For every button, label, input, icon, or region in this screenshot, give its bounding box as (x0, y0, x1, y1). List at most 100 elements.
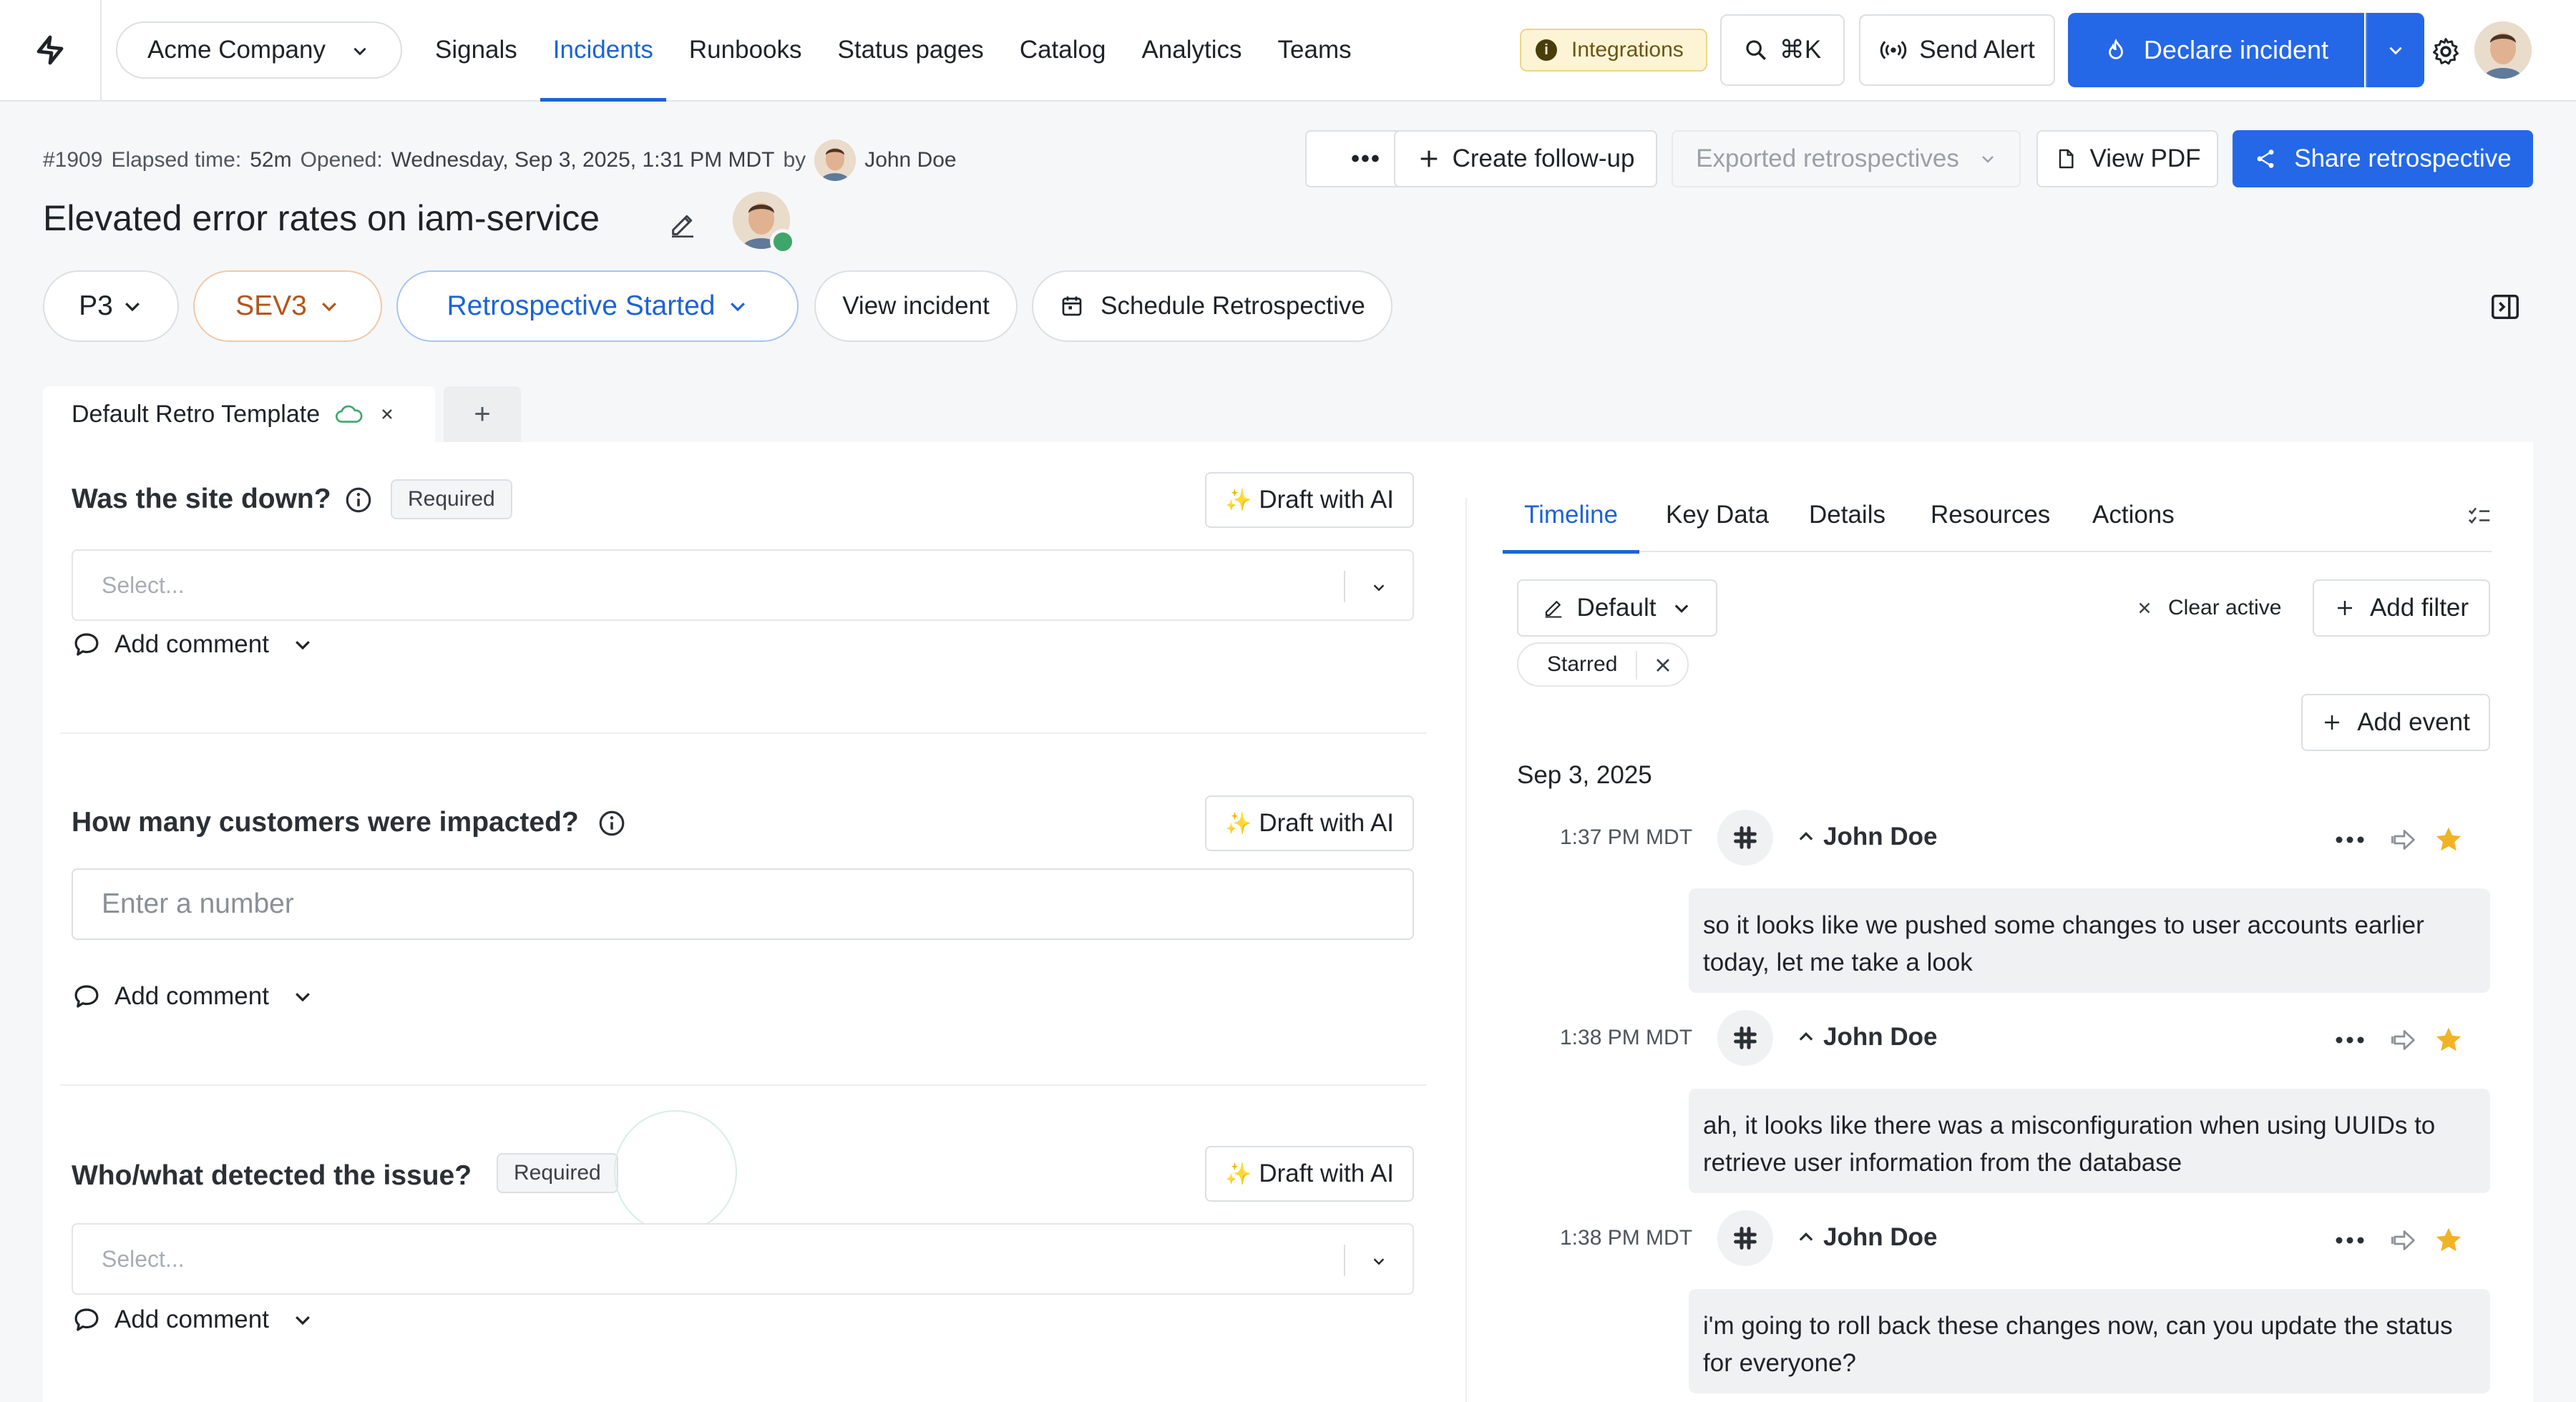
user-avatar[interactable] (2474, 21, 2532, 79)
share-arrow-icon[interactable] (2390, 1226, 2419, 1255)
priority-select[interactable]: P3 (43, 270, 179, 342)
event-author[interactable]: John Doe (1796, 1223, 1937, 1252)
nav-teams[interactable]: Teams (1265, 0, 1365, 100)
sparkle-icon: ✨ (1224, 488, 1252, 512)
toggle-sidebar-icon[interactable] (2489, 290, 2522, 323)
share-retrospective-button[interactable]: Share retrospective (2233, 130, 2533, 187)
comment-icon (74, 633, 99, 656)
tab-actions[interactable]: Actions (2092, 478, 2175, 552)
sparkle-icon: ✨ (1224, 811, 1252, 835)
event-author[interactable]: John Doe (1796, 823, 1937, 851)
add-event-button[interactable]: Add event (2301, 694, 2490, 751)
view-incident-button[interactable]: View incident (814, 270, 1018, 342)
draft-with-ai-button-q1[interactable]: ✨ Draft with AI (1205, 472, 1414, 528)
tab-key-data[interactable]: Key Data (1666, 478, 1769, 552)
comment-icon (74, 985, 99, 1008)
nav-runbooks[interactable]: Runbooks (676, 0, 815, 100)
incident-meta: #1909 Elapsed time: 52m Opened: Wednesda… (43, 139, 965, 181)
tab-timeline[interactable]: Timeline (1503, 478, 1639, 554)
schedule-retrospective-button[interactable]: Schedule Retrospective (1032, 270, 1392, 342)
app-logo[interactable] (0, 0, 102, 100)
tab-resources[interactable]: Resources (1931, 478, 2050, 552)
plus-icon (2325, 715, 2340, 730)
chevron-down-icon (296, 1316, 310, 1325)
nav-signals[interactable]: Signals (422, 0, 530, 100)
integrations-badge[interactable]: i Integrations (1520, 29, 1707, 72)
chevron-down-icon (730, 303, 745, 312)
customers-impacted-input[interactable]: Enter a number (72, 868, 1414, 940)
retro-template-tab-label: Default Retro Template (72, 400, 321, 428)
org-switcher[interactable]: Acme Company (116, 21, 402, 79)
severity-select[interactable]: SEV3 (193, 270, 382, 342)
event-actions (2334, 1225, 2464, 1256)
create-follow-up-button[interactable]: Create follow-up (1394, 130, 1657, 187)
add-comment-toggle-q3[interactable]: Add comment (72, 1305, 313, 1335)
severity-value: SEV3 (235, 290, 307, 321)
gear-icon[interactable] (2430, 36, 2462, 67)
incident-status-value: Retrospective Started (447, 290, 716, 321)
nav-incidents[interactable]: Incidents (540, 0, 666, 102)
priority-value: P3 (79, 290, 113, 321)
add-comment-toggle-q1[interactable]: Add comment (72, 629, 313, 660)
tab-details[interactable]: Details (1809, 478, 1885, 552)
more-icon: ••• (1351, 144, 1381, 172)
slack-icon (1734, 1227, 1757, 1250)
sparkle-icon: ✨ (1224, 1162, 1252, 1186)
share-arrow-icon[interactable] (2390, 1026, 2419, 1054)
exported-retrospectives-label: Exported retrospectives (1696, 144, 1959, 172)
detected-issue-placeholder: Select... (102, 1245, 185, 1272)
star-icon[interactable] (2433, 824, 2464, 856)
add-comment-toggle-q2[interactable]: Add comment (72, 981, 313, 1011)
more-icon[interactable] (2334, 1233, 2366, 1247)
event-message: i'm going to roll back these changes now… (1689, 1289, 2490, 1393)
command-search-button[interactable]: ⌘K (1720, 14, 1845, 86)
customers-impacted-placeholder: Enter a number (102, 888, 294, 919)
draft-with-ai-button-q2[interactable]: ✨ Draft with AI (1205, 795, 1414, 851)
chevron-down-icon (1373, 1258, 1385, 1265)
logo-icon (36, 35, 64, 65)
exported-retrospectives-dropdown[interactable]: Exported retrospectives (1672, 130, 2021, 187)
nav-status-pages[interactable]: Status pages (825, 0, 997, 100)
star-icon[interactable] (2433, 1225, 2464, 1256)
nav-analytics[interactable]: Analytics (1128, 0, 1254, 100)
draft-with-ai-label: Draft with AI (1259, 1160, 1395, 1187)
starred-filter-chip[interactable]: Starred (1517, 642, 1689, 687)
retro-template-tab[interactable]: Default Retro Template (43, 386, 435, 442)
add-filter-button[interactable]: Add filter (2313, 579, 2490, 637)
declare-incident-button[interactable]: Declare incident (2068, 13, 2364, 87)
close-icon (2139, 602, 2150, 614)
pencil-icon[interactable] (668, 210, 697, 239)
checklist-icon[interactable] (2467, 505, 2492, 526)
right-panel-tabs: Timeline Key Data Details Resources Acti… (1503, 478, 2492, 554)
send-alert-button[interactable]: Send Alert (1859, 14, 2055, 86)
star-icon[interactable] (2433, 1024, 2464, 1056)
add-retro-tab-button[interactable]: + (444, 386, 521, 442)
view-pdf-button[interactable]: View PDF (2036, 130, 2218, 187)
clear-active-filters-button[interactable]: Clear active (2135, 591, 2281, 625)
detected-issue-select[interactable]: Select... (72, 1223, 1414, 1295)
chevron-down-icon (2389, 46, 2402, 55)
incident-status-select[interactable]: Retrospective Started (396, 270, 799, 342)
close-icon[interactable] (379, 406, 396, 423)
more-icon[interactable] (2334, 1033, 2366, 1047)
share-arrow-icon[interactable] (2390, 825, 2419, 854)
timeline-view-select[interactable]: Default (1517, 579, 1717, 637)
elapsed-value: 52m (250, 148, 292, 172)
declare-incident-label: Declare incident (2143, 35, 2329, 64)
draft-with-ai-button-q3[interactable]: ✨ Draft with AI (1205, 1146, 1414, 1202)
slack-source-badge (1717, 1210, 1773, 1266)
comment-icon (74, 1308, 99, 1331)
nav-catalog[interactable]: Catalog (1007, 0, 1119, 100)
person-avatar-icon (814, 139, 857, 181)
owner-name[interactable]: John Doe (864, 148, 956, 172)
site-down-select[interactable]: Select... (72, 549, 1414, 621)
more-icon[interactable] (2334, 833, 2366, 847)
declare-options-button[interactable] (2366, 13, 2424, 87)
info-icon[interactable] (343, 485, 374, 515)
close-icon[interactable] (1652, 654, 1674, 677)
chevron-up-icon (1799, 1232, 1813, 1241)
send-alert-label: Send Alert (1919, 36, 2035, 64)
add-comment-label: Add comment (114, 982, 269, 1010)
info-icon[interactable] (597, 808, 627, 838)
event-author[interactable]: John Doe (1796, 1023, 1937, 1052)
